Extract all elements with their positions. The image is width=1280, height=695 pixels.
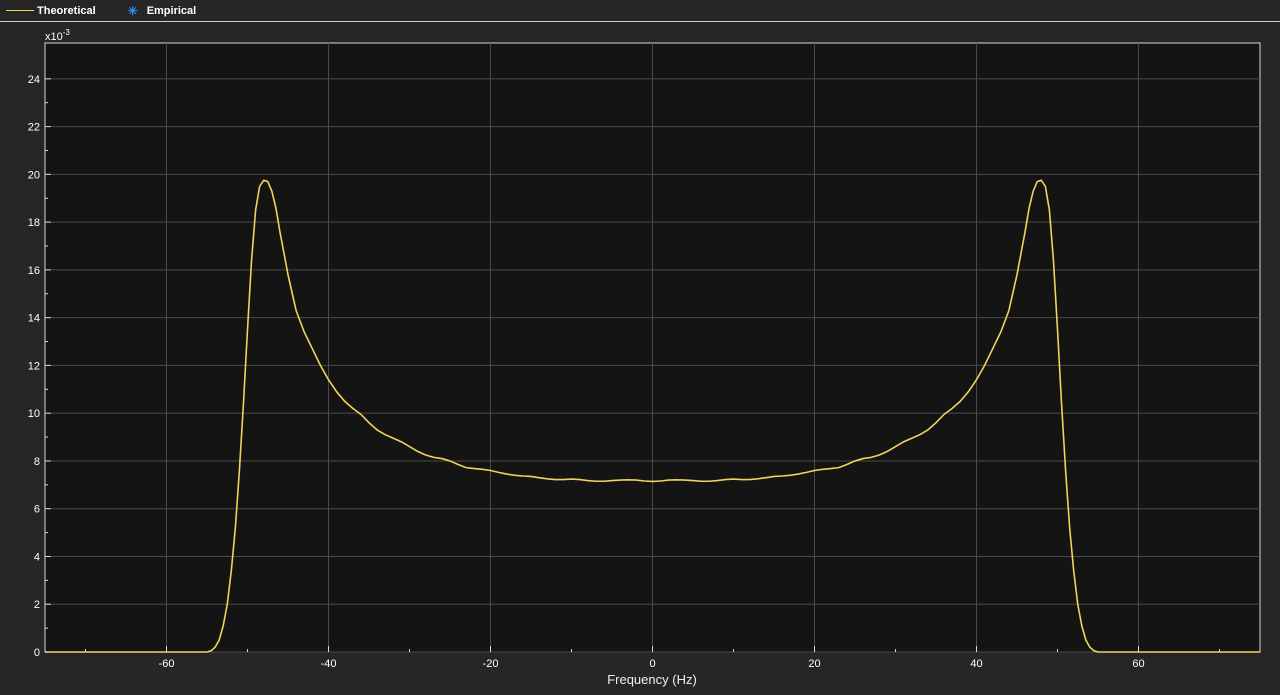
y-tick-label: 18 — [28, 217, 40, 229]
x-axis-title: Frequency (Hz) — [607, 672, 697, 687]
x-tick-label: 0 — [649, 658, 655, 670]
y-tick-label: 24 — [28, 74, 40, 86]
y-exponent-base: x10 — [45, 31, 63, 43]
x-tick-label: 40 — [970, 658, 982, 670]
y-tick-label: 6 — [34, 504, 40, 516]
x-tick-label: -60 — [159, 658, 175, 670]
y-tick-label: 4 — [34, 551, 40, 563]
x-tick-label: -40 — [321, 658, 337, 670]
y-tick-label: 20 — [28, 169, 40, 181]
y-tick-label: 14 — [28, 313, 40, 325]
y-tick-label: 2 — [34, 599, 40, 611]
y-tick-label: 8 — [34, 456, 40, 468]
y-tick-label: 16 — [28, 265, 40, 277]
y-exponent-power: -3 — [63, 28, 71, 37]
y-tick-label: 12 — [28, 360, 40, 372]
y-tick-label: 10 — [28, 408, 40, 420]
x-tick-label: 20 — [808, 658, 820, 670]
y-tick-label: 22 — [28, 122, 40, 134]
x-tick-label: 60 — [1132, 658, 1144, 670]
x-tick-label: -20 — [483, 658, 499, 670]
y-exponent-label: x10-3 — [45, 28, 70, 43]
y-tick-label: 0 — [34, 647, 40, 659]
chart: -60 -40 -20 0 20 40 60024681012141618202224 x1… — [28, 28, 1261, 687]
